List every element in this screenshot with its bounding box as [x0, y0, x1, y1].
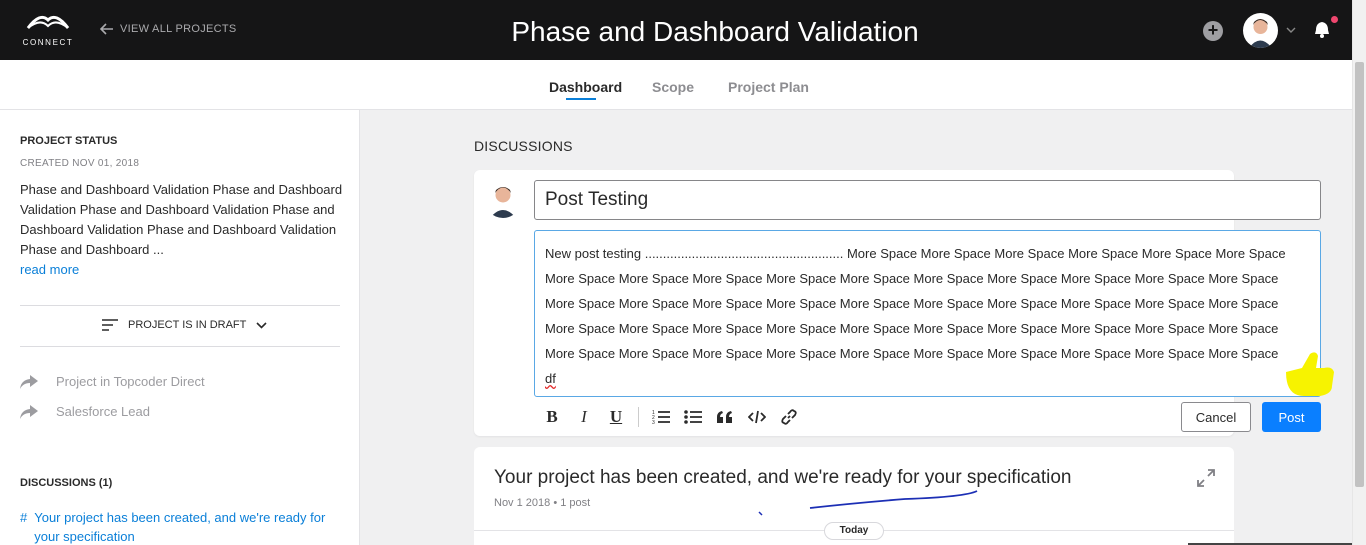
avatar — [484, 180, 522, 218]
created-date: CREATED NOV 01, 2018 — [20, 158, 140, 169]
sidebar-link-salesforce-lead[interactable]: Salesforce Lead — [20, 404, 150, 419]
editor-toolbar: B I U 123 — [536, 404, 805, 430]
toolbar-divider — [638, 407, 639, 427]
cancel-button[interactable]: Cancel — [1181, 402, 1251, 432]
post-title-input[interactable]: Post Testing — [534, 180, 1321, 220]
tab-bar: Dashboard Scope Project Plan — [0, 60, 1352, 110]
read-more-link[interactable]: read more — [20, 262, 79, 277]
post-body-editor[interactable]: New post testing .......................… — [534, 230, 1321, 397]
post-body-text: New post testing .......................… — [545, 246, 1286, 361]
page-title: Phase and Dashboard Validation — [511, 16, 919, 47]
discussions-heading: DISCUSSIONS (1) — [20, 477, 113, 489]
divider — [20, 305, 340, 306]
ordered-list-icon[interactable]: 123 — [645, 404, 677, 430]
svg-text:3: 3 — [652, 420, 655, 425]
thread-meta: Nov 1 2018 • 1 post — [494, 497, 591, 509]
annotation-scribble — [758, 490, 978, 516]
underline-icon[interactable]: U — [600, 404, 632, 430]
quote-icon[interactable] — [709, 404, 741, 430]
post-button[interactable]: Post — [1262, 402, 1321, 432]
sidebar-link-topcoder-direct[interactable]: Project in Topcoder Direct — [20, 374, 205, 389]
thumbs-up-icon — [1286, 352, 1334, 396]
top-bar: CONNECT VIEW ALL PROJECTS Phase and Dash… — [0, 0, 1366, 60]
hash-icon: # — [20, 510, 28, 525]
tab-dashboard[interactable]: Dashboard — [549, 79, 622, 95]
add-circle-icon[interactable]: + — [1203, 21, 1223, 41]
active-tab-indicator — [566, 98, 596, 100]
bold-icon[interactable]: B — [536, 404, 568, 430]
scrollbar-thumb[interactable] — [1355, 62, 1364, 487]
italic-icon[interactable]: I — [568, 404, 600, 430]
bell-icon[interactable] — [1312, 20, 1332, 40]
project-status-heading: PROJECT STATUS — [20, 135, 118, 147]
code-icon[interactable] — [741, 404, 773, 430]
project-description: Phase and Dashboard Validation Phase and… — [20, 182, 343, 257]
post-body-last-line: df — [545, 371, 556, 386]
bullet-list-icon[interactable] — [677, 404, 709, 430]
discussions-title: DISCUSSIONS — [474, 138, 573, 154]
project-draft-dropdown[interactable]: PROJECT IS IN DRAFT — [102, 319, 267, 331]
expand-icon[interactable] — [1197, 469, 1215, 487]
discussion-link-label: Your project has been created, and we're… — [34, 510, 326, 544]
link-icon[interactable] — [773, 404, 805, 430]
chevron-down-icon[interactable] — [1286, 24, 1296, 36]
sidebar: PROJECT STATUS CREATED NOV 01, 2018 Phas… — [0, 110, 360, 545]
sidebar-discussion-link[interactable]: # Your project has been created, and we'… — [20, 508, 340, 545]
chevron-down-icon — [256, 321, 267, 329]
notification-badge — [1331, 16, 1338, 23]
divider — [20, 346, 340, 347]
sidebar-link-label: Project in Topcoder Direct — [56, 374, 205, 389]
today-badge: Today — [824, 522, 884, 540]
share-arrow-icon — [20, 404, 38, 419]
sidebar-link-label: Salesforce Lead — [56, 404, 150, 419]
project-draft-label: PROJECT IS IN DRAFT — [128, 319, 247, 331]
avatar[interactable] — [1243, 13, 1278, 48]
status-lines-icon — [102, 319, 118, 331]
tab-project-plan[interactable]: Project Plan — [728, 79, 809, 95]
share-arrow-icon — [20, 374, 38, 389]
tab-scope[interactable]: Scope — [652, 79, 694, 95]
